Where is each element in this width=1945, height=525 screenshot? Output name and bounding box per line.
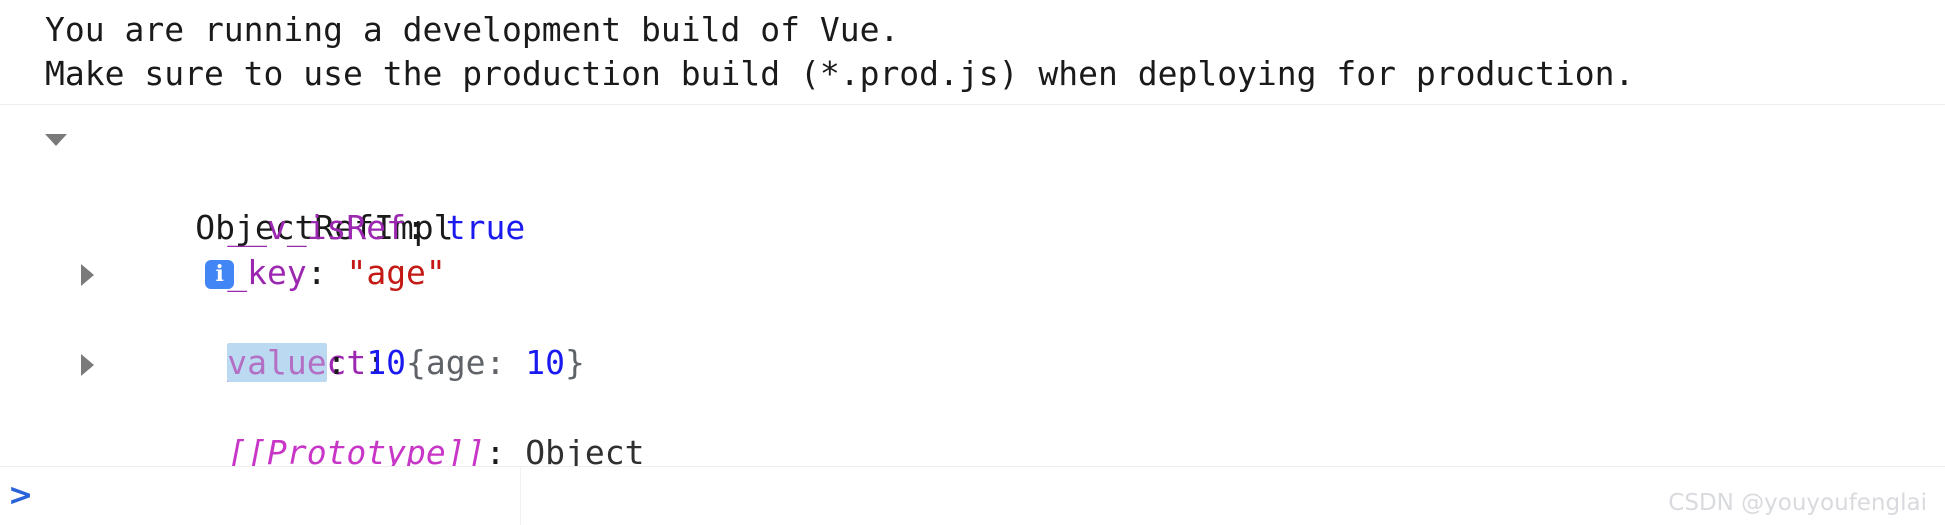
property-row-key[interactable]: _key: "age": [0, 205, 1945, 292]
vue-dev-build-warning: You are running a development build of V…: [0, 0, 1945, 104]
triangle-down-icon[interactable]: [45, 134, 67, 146]
property-row-v-isref[interactable]: __v_isRef: true: [0, 160, 1945, 247]
chevron-right-icon: >: [8, 478, 34, 513]
prompt-vertical-rule: [520, 467, 521, 525]
triangle-right-icon[interactable]: [81, 264, 94, 286]
csdn-watermark: CSDN @youyoufenglai: [1668, 490, 1927, 516]
console-prompt-bar[interactable]: >: [0, 467, 1945, 525]
property-row-object[interactable]: _object: {age: 10}: [0, 250, 1945, 382]
devtools-console-panel: You are running a development build of V…: [0, 0, 1945, 525]
object-inspector: ObjectRefImpl i __v_isRef: true _key: "a…: [0, 105, 1945, 472]
inspector-root-row[interactable]: ObjectRefImpl i: [0, 115, 1945, 289]
triangle-right-icon[interactable]: [81, 354, 94, 376]
warning-line-2: Make sure to use the production build (*…: [45, 54, 1635, 93]
property-row-value[interactable]: value: 10: [0, 295, 1945, 382]
warning-line-1: You are running a development build of V…: [45, 10, 900, 49]
property-row-prototype[interactable]: [[Prototype]]: Object: [0, 340, 1945, 472]
